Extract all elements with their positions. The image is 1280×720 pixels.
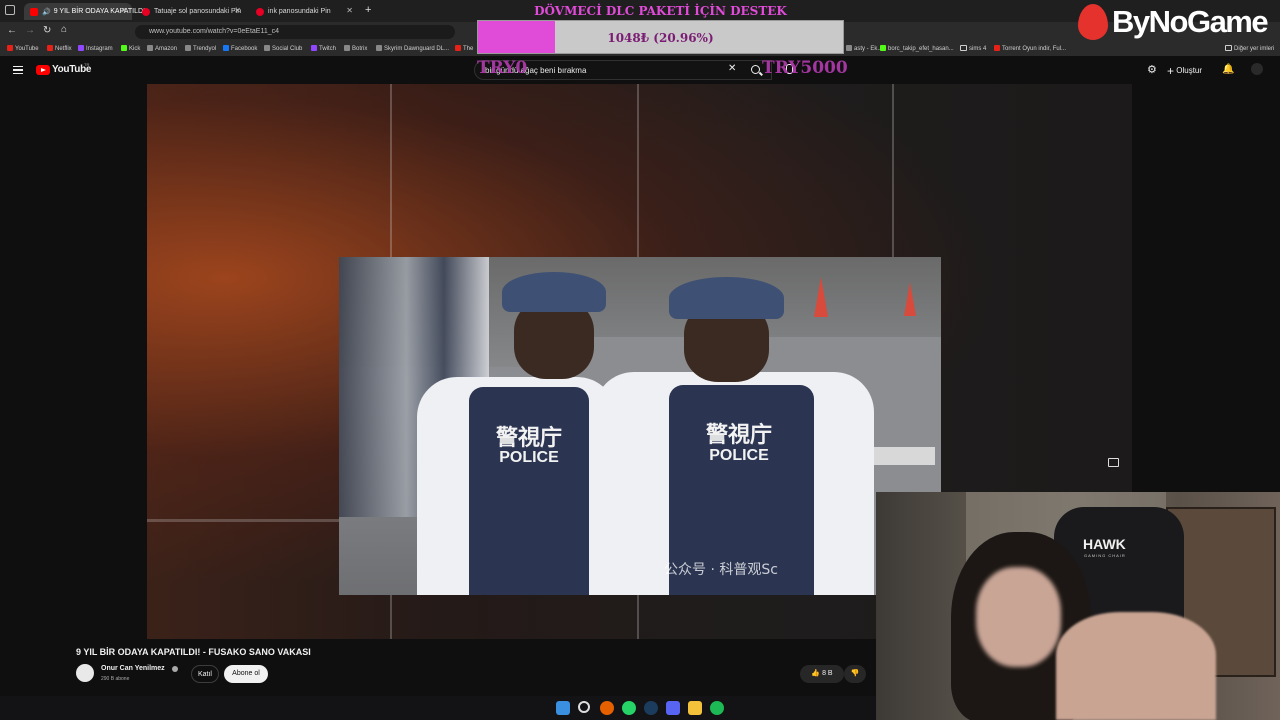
discord-icon[interactable] [666, 701, 680, 715]
bookmark-asty[interactable]: asty - Ek... [846, 45, 882, 52]
streamer-face [976, 567, 1061, 667]
avatar[interactable] [1251, 63, 1263, 75]
verified-badge-icon [172, 666, 178, 672]
bookmark-the[interactable]: The [455, 45, 473, 52]
tab-label: 9 YIL BİR ODAYA KAPATILDI [53, 8, 146, 15]
tab-list-icon[interactable] [5, 5, 15, 15]
bookmark-kick[interactable]: Kick [121, 45, 140, 52]
officer-1-cap [502, 272, 606, 312]
bookmark-botrix[interactable]: Botrix [344, 45, 367, 52]
donation-progress-bar: 1048₺ (20.96%) [477, 20, 844, 54]
bookmark-amazon[interactable]: Amazon [147, 45, 177, 52]
spotify-icon[interactable] [710, 701, 724, 715]
officer-1-vest [469, 387, 589, 595]
bookmark-social-club[interactable]: Social Club [264, 45, 302, 52]
tab-label: Tatuaje sol panosundaki Pin [154, 8, 242, 15]
video-watermark: 公众号 · 科普观Sc [664, 562, 778, 578]
blanket [1056, 612, 1216, 720]
officer-2-kanji: 警視庁 [705, 423, 772, 448]
like-count: 8 B [822, 670, 833, 677]
whatsapp-icon[interactable] [622, 701, 636, 715]
dislike-button[interactable]: 👎 [844, 665, 866, 683]
officer-2-police-label: POLICE [709, 447, 769, 464]
video-title: 9 YIL BİR ODAYA KAPATILDI! - FUSAKO SANO… [76, 647, 311, 657]
close-tab-icon[interactable]: ✕ [346, 6, 353, 15]
chair-brand-label: HAWK [1083, 536, 1126, 552]
officer-1-kanji: 警視庁 [495, 426, 562, 451]
create-button[interactable]: + Oluştur [1167, 64, 1202, 78]
bookmark-youtube[interactable]: YouTube [7, 45, 39, 52]
like-button[interactable]: 👍 8 B [800, 665, 844, 683]
clear-search-icon[interactable]: ✕ [728, 63, 736, 74]
other-bookmarks[interactable]: Diğer yer imleri [1225, 45, 1274, 52]
bynogame-brand: ByNoGame [1112, 4, 1269, 39]
police-footage: 警視庁 POLICE 警視庁 POLICE 公众号 · 科普观Sc [339, 257, 941, 595]
youtube-favicon-icon [30, 7, 38, 16]
officer-1-police-label: POLICE [499, 449, 559, 466]
reload-icon[interactable]: ↻ [43, 25, 51, 36]
pinterest-favicon-icon [256, 7, 264, 16]
officer-2-cap [669, 277, 784, 319]
youtube-logo-icon[interactable] [36, 65, 50, 75]
crosswalk-stripe [869, 447, 935, 465]
windows-start-icon[interactable] [556, 701, 570, 715]
miniplayer-icon[interactable] [1108, 458, 1119, 467]
tab-youtube-video[interactable]: 🔊 9 YIL BİR ODAYA KAPATILDI ✕ [24, 3, 145, 20]
home-icon[interactable]: ⌂ [61, 24, 67, 35]
bookmark-trendyol[interactable]: Trendyol [185, 45, 216, 52]
channel-name[interactable]: Onur Can Yenilmez [101, 665, 165, 672]
search-icon[interactable] [578, 701, 590, 713]
donation-title: DÖVMECİ DLC PAKETİ İÇİN DESTEK [534, 4, 787, 18]
donation-progress-text: 1048₺ (20.96%) [607, 31, 714, 45]
steam-icon[interactable] [644, 701, 658, 715]
bookmark-torrent[interactable]: Torrent Oyun indir, Ful... [994, 45, 1066, 52]
streamer-webcam: HAWK GAMING CHAIR [876, 492, 1280, 720]
url-text: www.youtube.com/watch?v=0eEtaE11_c4 [149, 28, 280, 35]
thumbs-down-icon: 👎 [850, 670, 860, 677]
bookmark-instagram[interactable]: Instagram [78, 45, 113, 52]
bookmark-netflix[interactable]: Netflix [47, 45, 72, 52]
bookmark-facebook[interactable]: Facebook [223, 45, 257, 52]
join-button[interactable]: Katıl [191, 665, 219, 683]
speaker-icon: 🔊 [42, 8, 51, 16]
windows-taskbar [0, 696, 876, 720]
create-label: Oluştur [1176, 66, 1203, 75]
gear-icon[interactable]: ⚙ [1147, 63, 1157, 76]
firefox-icon[interactable] [600, 701, 614, 715]
new-tab-button[interactable]: + [365, 4, 371, 16]
url-bar[interactable]: www.youtube.com/watch?v=0eEtaE11_c4 [135, 25, 455, 39]
close-tab-icon[interactable]: ✕ [120, 6, 127, 15]
donation-goal-min: TRY0 [477, 58, 528, 78]
chair-subtitle-label: GAMING CHAIR [1084, 553, 1126, 558]
notifications-bell-icon[interactable]: 🔔 [1222, 64, 1234, 75]
bookmark-skyrim[interactable]: Skyrim Dawnguard DL... [376, 45, 449, 52]
tab-label: ink panosundaki Pin [268, 8, 331, 15]
subscriber-count: 290 B abone [101, 676, 130, 682]
bookmark-sims4[interactable]: sims 4 [960, 45, 986, 52]
subscribe-button[interactable]: Abone ol [224, 665, 268, 683]
tab-pinterest-2[interactable]: ink panosundaki Pin ✕ [250, 3, 358, 20]
youtube-country-code: TR [84, 62, 90, 67]
donation-goal-max: TRY5000 [762, 58, 848, 78]
channel-avatar[interactable] [76, 664, 94, 682]
back-arrow-icon[interactable]: ← [7, 25, 17, 36]
plus-icon: + [1167, 64, 1175, 78]
tab-pinterest-1[interactable]: Tatuaje sol panosundaki Pin ✕ [136, 3, 246, 20]
pinterest-favicon-icon [142, 7, 150, 16]
forward-arrow-icon[interactable]: → [25, 25, 35, 36]
close-tab-icon[interactable]: ✕ [234, 6, 241, 15]
bookmark-twitch[interactable]: Twitch [311, 45, 336, 52]
hamburger-menu-icon[interactable] [13, 66, 23, 74]
file-explorer-icon[interactable] [688, 701, 702, 715]
bynogame-logo-icon [1078, 4, 1108, 40]
thumbs-up-icon: 👍 [811, 670, 821, 677]
bookmark-borc-takip[interactable]: borc_takip_efet_hasan... [880, 45, 954, 52]
